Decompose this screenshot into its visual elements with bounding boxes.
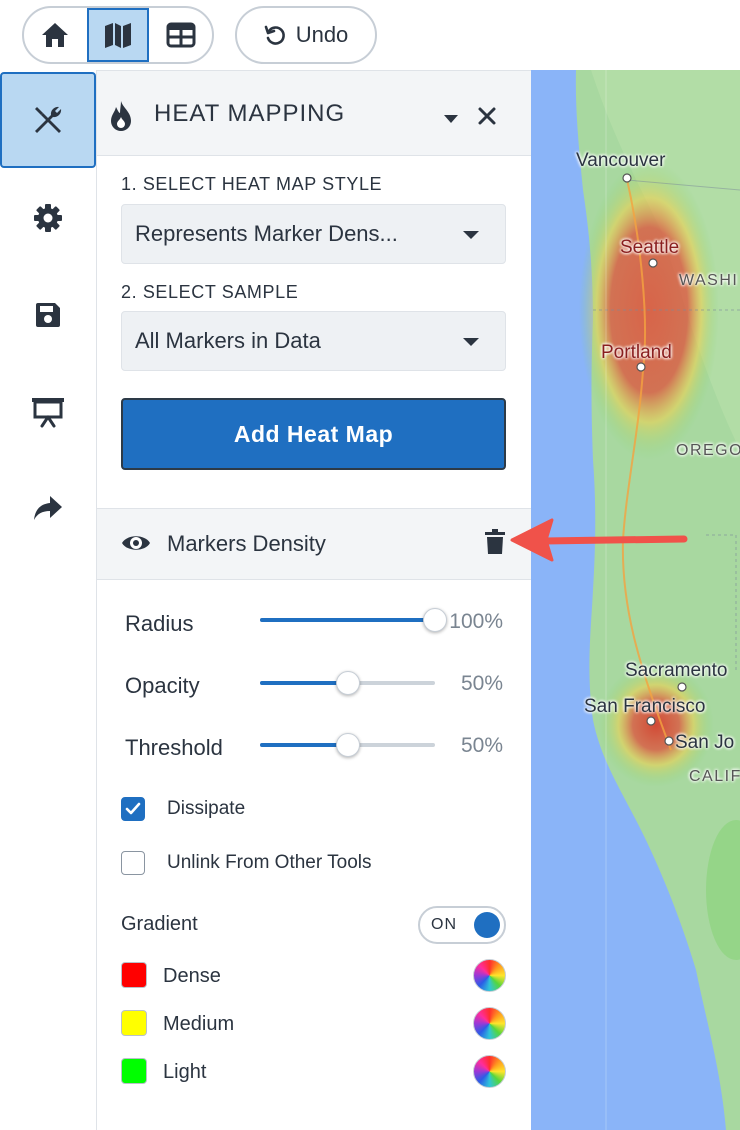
- trash-icon: [485, 529, 505, 554]
- chevron-down-icon: [444, 115, 458, 123]
- map-label-oregon: OREGO: [676, 442, 740, 459]
- fire-icon: [111, 101, 131, 131]
- threshold-value: 50%: [460, 734, 503, 757]
- presentation-icon: [32, 398, 64, 428]
- dense-color-swatch[interactable]: [121, 962, 147, 988]
- map-label-california: CALIF: [689, 768, 740, 785]
- gradient-label: Gradient: [121, 913, 198, 935]
- map-label-seattle: Seattle: [620, 237, 680, 258]
- rail-item-tools[interactable]: [0, 72, 96, 168]
- rail-item-present[interactable]: [0, 364, 96, 460]
- home-icon: [42, 23, 69, 47]
- gradient-toggle-label: ON: [431, 916, 457, 933]
- map-canvas[interactable]: Vancouver Seattle WASHI Portland OREGO S…: [531, 70, 740, 1130]
- radius-slider[interactable]: [260, 608, 447, 632]
- close-icon: [478, 107, 496, 125]
- map-graphic: [531, 70, 740, 1130]
- opacity-slider[interactable]: [260, 671, 435, 695]
- sample-select-value: All Markers in Data: [135, 328, 321, 353]
- opacity-slider-fill: [260, 681, 348, 685]
- color-wheel-icon[interactable]: [473, 1007, 506, 1040]
- sample-section-label: 2. SELECT SAMPLE: [121, 282, 299, 302]
- radius-label: Radius: [125, 611, 194, 636]
- undo-button[interactable]: Undo: [235, 6, 377, 64]
- radius-slider-fill: [260, 618, 435, 622]
- radius-value: 100%: [449, 610, 503, 633]
- rail-item-save[interactable]: [0, 267, 96, 363]
- undo-label: Undo: [295, 22, 349, 47]
- annotation-arrow: [510, 518, 688, 562]
- opacity-value: 50%: [460, 672, 503, 695]
- dissipate-label: Dissipate: [167, 798, 246, 819]
- save-icon: [36, 303, 60, 327]
- map-label-san-jose: San Jo: [675, 732, 735, 753]
- light-color-swatch[interactable]: [121, 1058, 147, 1084]
- color-wheel-icon[interactable]: [473, 1055, 506, 1088]
- color-wheel-icon[interactable]: [473, 959, 506, 992]
- tools-icon: [35, 106, 62, 133]
- medium-label: Medium: [163, 1013, 235, 1035]
- rail-item-settings[interactable]: [0, 170, 96, 266]
- map-icon: [105, 23, 131, 48]
- style-select-value: Represents Marker Dens...: [135, 221, 398, 246]
- sample-select[interactable]: All Markers in Data: [121, 311, 506, 371]
- table-view-button[interactable]: [149, 8, 212, 62]
- map-label-san-francisco: San Francisco: [584, 696, 706, 717]
- checkmark-icon: [125, 802, 141, 815]
- table-icon: [166, 22, 196, 48]
- map-label-vancouver: Vancouver: [576, 150, 666, 171]
- dissipate-checkbox[interactable]: [121, 797, 145, 821]
- threshold-slider[interactable]: [260, 733, 435, 757]
- medium-color-swatch[interactable]: [121, 1010, 147, 1036]
- close-button[interactable]: [477, 106, 499, 128]
- map-label-washington: WASHI: [679, 272, 739, 289]
- gear-icon: [34, 204, 62, 232]
- heat-layer-row: Markers Density: [97, 508, 531, 580]
- view-switcher: [22, 6, 214, 64]
- map-label-portland: Portland: [601, 342, 672, 363]
- radius-slider-thumb[interactable]: [423, 608, 447, 632]
- heat-mapping-panel: HEAT MAPPING 1. SELECT HEAT MAP STYLE Re…: [97, 70, 531, 1130]
- threshold-slider-fill: [260, 743, 348, 747]
- unlink-checkbox[interactable]: [121, 851, 145, 875]
- threshold-slider-thumb[interactable]: [335, 733, 360, 757]
- home-view-button[interactable]: [24, 8, 87, 62]
- toggle-knob: [474, 912, 500, 938]
- map-view-button[interactable]: [86, 8, 150, 62]
- style-section-label: 1. SELECT HEAT MAP STYLE: [121, 174, 383, 194]
- undo-icon: [264, 25, 285, 45]
- threshold-label: Threshold: [125, 735, 223, 760]
- rail-item-share[interactable]: [0, 460, 96, 556]
- layer-name: Markers Density: [167, 531, 326, 556]
- top-toolbar: Undo: [0, 0, 740, 70]
- panel-header: HEAT MAPPING: [97, 70, 531, 156]
- chevron-down-icon: [463, 231, 479, 239]
- chevron-down-icon: [463, 338, 479, 346]
- eye-icon: [122, 536, 150, 550]
- heat-map-style-select[interactable]: Represents Marker Dens...: [121, 204, 506, 264]
- left-rail: [0, 70, 97, 1130]
- add-heat-map-button[interactable]: Add Heat Map: [121, 398, 506, 470]
- share-icon: [34, 496, 62, 520]
- dense-label: Dense: [163, 965, 221, 987]
- unlink-label: Unlink From Other Tools: [167, 852, 372, 873]
- visibility-toggle[interactable]: [121, 531, 151, 557]
- gradient-toggle[interactable]: ON: [418, 906, 506, 944]
- panel-title: HEAT MAPPING: [154, 100, 346, 127]
- opacity-slider-thumb[interactable]: [335, 671, 360, 695]
- collapse-button[interactable]: [443, 111, 461, 123]
- light-label: Light: [163, 1061, 207, 1083]
- map-label-sacramento: Sacramento: [625, 660, 728, 681]
- opacity-label: Opacity: [125, 673, 200, 698]
